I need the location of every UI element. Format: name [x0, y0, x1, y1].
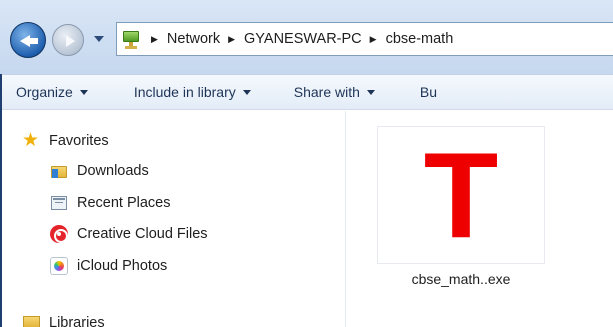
- navigation-pane: ★ Favorites Downloads Recent Places Crea…: [2, 111, 346, 327]
- sidebar-item-creative-cloud-files[interactable]: Creative Cloud Files: [50, 225, 208, 243]
- organize-button[interactable]: Organize: [16, 84, 88, 100]
- breadcrumb-computer[interactable]: GYANESWAR-PC: [244, 31, 362, 47]
- chevron-right-icon[interactable]: ▶: [228, 34, 235, 45]
- file-name-label[interactable]: cbse_math..exe: [377, 271, 545, 287]
- forward-button[interactable]: [52, 24, 84, 56]
- chevron-down-icon: [79, 90, 88, 95]
- creative-cloud-icon: [50, 225, 68, 243]
- chevron-down-icon: [366, 90, 375, 95]
- network-computer-icon: [121, 28, 143, 50]
- command-toolbar: Organize Include in library Share with B…: [2, 74, 613, 110]
- chevron-right-icon[interactable]: ▶: [370, 34, 377, 45]
- sidebar-item-label: Creative Cloud Files: [77, 226, 208, 242]
- navigation-bar: ▶ Network ▶ GYANESWAR-PC ▶ cbse-math: [0, 0, 613, 74]
- share-with-label: Share with: [293, 84, 360, 100]
- address-bar[interactable]: ▶ Network ▶ GYANESWAR-PC ▶ cbse-math: [116, 22, 613, 56]
- back-button[interactable]: [10, 22, 46, 58]
- burn-button[interactable]: Bu: [420, 84, 437, 100]
- share-with-button[interactable]: Share with: [294, 84, 375, 100]
- sidebar-item-recent-places[interactable]: Recent Places: [50, 194, 171, 212]
- sidebar-item-downloads[interactable]: Downloads: [50, 162, 149, 180]
- breadcrumb-network[interactable]: Network: [167, 31, 220, 47]
- libraries-folder-icon: [22, 314, 40, 327]
- breadcrumb-folder[interactable]: cbse-math: [386, 31, 454, 47]
- chevron-right-icon[interactable]: ▶: [151, 34, 158, 45]
- sidebar-item-label: iCloud Photos: [77, 258, 168, 274]
- icloud-photos-icon: [50, 257, 68, 275]
- recent-pages-dropdown-icon[interactable]: [94, 36, 104, 42]
- libraries-label: Libraries: [49, 315, 105, 327]
- include-in-library-button[interactable]: Include in library: [134, 84, 251, 100]
- star-icon: ★: [22, 130, 40, 151]
- recent-places-icon: [50, 194, 68, 212]
- chevron-down-icon: [242, 90, 251, 95]
- file-item[interactable]: T: [377, 126, 545, 264]
- file-list-pane: T cbse_math..exe: [347, 111, 613, 327]
- sidebar-item-label: Downloads: [77, 163, 149, 179]
- burn-label: Bu: [419, 84, 438, 100]
- sidebar-item-favorites[interactable]: ★ Favorites: [22, 130, 109, 151]
- sidebar-item-libraries[interactable]: Libraries: [22, 314, 105, 327]
- organize-label: Organize: [16, 84, 73, 100]
- sidebar-item-label: Recent Places: [77, 195, 171, 211]
- application-t-icon: T: [423, 127, 499, 263]
- include-in-library-label: Include in library: [133, 84, 236, 100]
- sidebar-item-icloud-photos[interactable]: iCloud Photos: [50, 257, 167, 275]
- favorites-label: Favorites: [49, 133, 109, 149]
- downloads-folder-icon: [50, 162, 68, 180]
